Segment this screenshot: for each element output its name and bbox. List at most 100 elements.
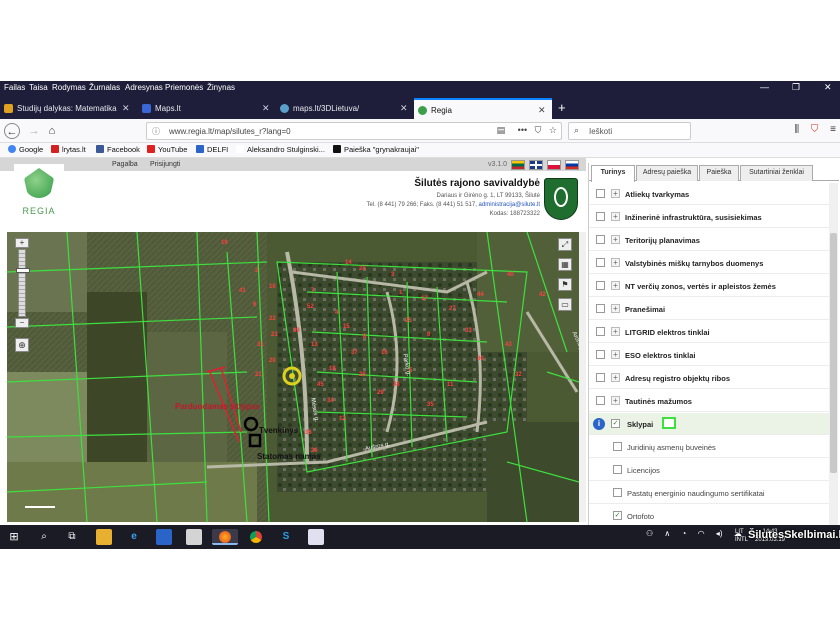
layer-row[interactable]: + Teritorijų planavimas (589, 229, 829, 251)
layer-row[interactable]: + Inžinerinė infrastruktūra, susisiekimas (589, 206, 829, 228)
menu-taisa[interactable]: Taisa (29, 83, 48, 92)
layer-row[interactable]: + Tautinės mažumos (589, 390, 829, 412)
bookmark-star-icon[interactable]: ☆ (549, 125, 557, 135)
regia-logo[interactable]: REGIA (14, 164, 64, 224)
network-icon[interactable]: ◔ (682, 529, 687, 538)
skype-icon[interactable]: S (278, 529, 294, 545)
layer-row[interactable]: Licencijos (589, 459, 829, 481)
info-icon[interactable]: i (593, 418, 605, 430)
layer-row[interactable]: i ✓ Sklypai (589, 413, 829, 435)
url-text[interactable]: www.regia.lt/map/silutes_r?lang=0 (169, 127, 291, 136)
layer-checkbox[interactable] (596, 258, 605, 267)
russian-flag-icon[interactable] (565, 160, 579, 170)
chevron-up-icon[interactable]: ∧ (664, 529, 670, 538)
layers-toggle-icon[interactable]: ▦ (558, 258, 572, 271)
layer-checkbox[interactable] (596, 212, 605, 221)
expand-icon[interactable]: + (611, 258, 620, 267)
url-bar[interactable]: ⓘ www.regia.lt/map/silutes_r?lang=0 ▤ ••… (146, 122, 562, 140)
store-icon[interactable] (156, 529, 172, 545)
language-indicator[interactable]: LIT INTL (735, 528, 748, 544)
menu-priemones[interactable]: Priemonės (165, 83, 203, 92)
zoom-slider[interactable] (16, 249, 30, 317)
scrollbar-thumb[interactable] (830, 233, 837, 473)
tab-close-icon[interactable]: ✕ (538, 105, 546, 116)
tab-regia[interactable]: Regia ✕ (414, 98, 552, 119)
shield-icon[interactable]: ⛉ (811, 124, 819, 135)
layer-row[interactable]: + Valstybinės miškų tarnybos duomenys (589, 252, 829, 274)
layer-row[interactable]: ✓ Ortofoto (589, 505, 829, 527)
minimize-button[interactable]: — (760, 82, 769, 92)
tab-close-icon[interactable]: ✕ (400, 103, 408, 114)
expand-icon[interactable]: + (611, 327, 620, 336)
firefox-taskbar-icon[interactable] (212, 529, 238, 545)
expand-icon[interactable]: + (611, 373, 620, 382)
expand-icon[interactable]: + (611, 350, 620, 359)
restore-button[interactable]: ❐ (792, 82, 800, 93)
tab-turinys[interactable]: Turinys (591, 165, 635, 182)
map-scrollbar[interactable] (579, 232, 586, 522)
map-view[interactable]: + − ⊕ ⤢ ▦ ⚑ ▭ Parduodamas sklypas Tvenki… (7, 232, 579, 522)
login-link[interactable]: Prisijungti (150, 161, 180, 168)
library-icon[interactable]: ⫼ (794, 124, 799, 135)
english-flag-icon[interactable] (529, 160, 543, 170)
layer-row[interactable]: Pastatų energinio naudingumo sertifikata… (589, 482, 829, 504)
expand-icon[interactable]: + (611, 304, 620, 313)
panel-scrollbar[interactable] (829, 183, 838, 525)
search-icon[interactable]: ⌕ (36, 529, 52, 545)
layer-checkbox[interactable] (596, 235, 605, 244)
help-link[interactable]: Pagalba (112, 161, 138, 168)
layer-checkbox[interactable] (596, 327, 605, 336)
bookmark-stulginskis[interactable]: Aleksandro Stulginski... (236, 145, 325, 154)
edge-icon[interactable]: e (126, 529, 142, 545)
layer-row[interactable]: + Pranešimai (589, 298, 829, 320)
layer-color-swatch[interactable] (662, 417, 676, 429)
locate-button[interactable]: ⊕ (15, 338, 29, 352)
layer-checkbox[interactable]: ✓ (613, 511, 622, 520)
zoom-out-button[interactable]: − (15, 318, 29, 328)
close-window-button[interactable]: ✕ (824, 82, 832, 93)
layer-row[interactable]: + Adresų registro objektų ribos (589, 367, 829, 389)
email-link[interactable]: administracija@silute.lt (479, 202, 540, 208)
back-button[interactable]: ← (4, 123, 20, 139)
layer-checkbox[interactable] (596, 304, 605, 313)
menu-zurnalas[interactable]: Žurnalas (89, 83, 120, 92)
layer-row[interactable]: + NT verčių zonos, vertės ir apleistos že… (589, 275, 829, 297)
layer-row[interactable]: Juridinių asmenų buveinės (589, 436, 829, 458)
lithuanian-flag-icon[interactable] (511, 160, 525, 170)
home-button[interactable]: ⌂ (44, 123, 60, 139)
tab-close-icon[interactable]: ✕ (262, 103, 270, 114)
polish-flag-icon[interactable] (547, 160, 561, 170)
layer-checkbox[interactable] (596, 396, 605, 405)
menu-rodymas[interactable]: Rodymas (52, 83, 86, 92)
reader-icon[interactable]: ▤ (497, 125, 506, 135)
zoom-in-button[interactable]: + (15, 238, 29, 248)
bookmark-grynakraujai[interactable]: Paieška "grynakraujai" (333, 145, 419, 154)
layer-row[interactable]: + ESO elektros tinklai (589, 344, 829, 366)
menu-adresynas[interactable]: Adresynas (125, 83, 163, 92)
tab-3dlietuva[interactable]: maps.lt/3DLietuva/ ✕ (276, 98, 414, 119)
layer-checkbox[interactable] (596, 189, 605, 198)
page-actions-icon[interactable]: ••• (518, 125, 527, 135)
forward-button[interactable]: → (26, 123, 42, 139)
bookmark-lrytas[interactable]: lrytas.lt (51, 145, 86, 154)
hamburger-menu-icon[interactable]: ≡ (830, 124, 836, 135)
pocket-icon[interactable]: ⛉ (535, 125, 542, 135)
wifi-icon[interactable]: ◠ (698, 529, 705, 538)
expand-icon[interactable]: + (611, 396, 620, 405)
task-view-icon[interactable]: ⧉ (64, 529, 80, 545)
chrome-icon[interactable] (248, 529, 264, 545)
fullscreen-icon[interactable]: ⤢ (558, 238, 572, 251)
expand-icon[interactable]: + (611, 189, 620, 198)
flag-icon[interactable]: ⚑ (558, 278, 572, 291)
expand-icon[interactable]: + (611, 235, 620, 244)
layer-row[interactable]: + LITGRID elektros tinklai (589, 321, 829, 343)
start-button-icon[interactable]: ⊞ (6, 529, 22, 545)
layer-row[interactable]: + Atliekų tvarkymas (589, 183, 829, 205)
tab-sutartiniai-zenklai[interactable]: Sutartiniai ženklai (740, 165, 813, 181)
tab-close-icon[interactable]: ✕ (122, 103, 130, 114)
tab-paieska[interactable]: Paieška (699, 165, 739, 181)
layer-checkbox[interactable] (596, 350, 605, 359)
bookmark-google[interactable]: Google (8, 145, 43, 154)
menu-failas[interactable]: Failas (4, 83, 25, 92)
expand-icon[interactable]: + (611, 281, 620, 290)
